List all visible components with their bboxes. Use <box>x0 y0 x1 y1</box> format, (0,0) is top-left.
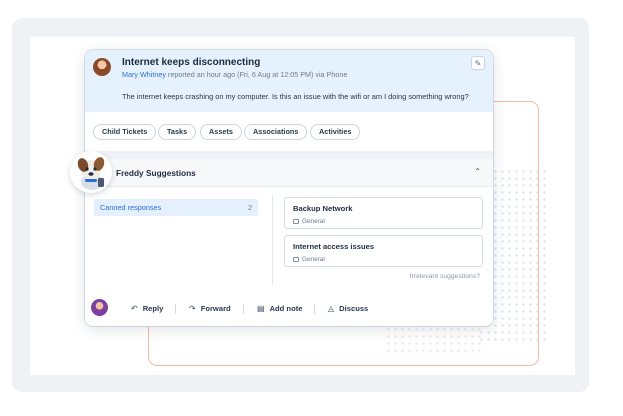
action-separator <box>175 304 176 314</box>
folder-icon <box>293 256 299 262</box>
discuss-label: Discuss <box>339 304 369 313</box>
ticket-card: Internet keeps disconnecting Mary Whitne… <box>85 50 493 326</box>
suggestion-title: Backup Network <box>293 204 353 213</box>
suggestion-card[interactable]: Backup Network General <box>284 197 483 229</box>
suggestion-folder: General <box>293 218 325 225</box>
pencil-icon: ✎ <box>474 58 482 68</box>
requester-name-link[interactable]: Mary Whitney <box>122 70 166 79</box>
ticket-meta: Mary Whitney reported an hour ago (Fri, … <box>122 70 347 79</box>
note-icon: ▤ <box>257 304 265 313</box>
tab-child-tickets[interactable]: Child Tickets <box>93 124 157 140</box>
tab-tasks[interactable]: Tasks <box>158 124 197 140</box>
agent-avatar <box>91 299 108 316</box>
suggestion-folder: General <box>293 256 325 263</box>
freddy-suggestions-header[interactable]: Freddy Suggestions ⌃ <box>85 159 493 187</box>
forward-icon: ↷ <box>189 304 196 313</box>
discuss-button[interactable]: ◬ Discuss <box>328 304 368 313</box>
add-note-button[interactable]: ▤ Add note <box>257 304 302 313</box>
folder-icon <box>293 218 299 224</box>
reply-action-bar: ↶ Reply ↷ Forward ▤ Add note ◬ Discuss <box>85 294 493 326</box>
edit-button[interactable]: ✎ <box>471 56 485 70</box>
requester-avatar <box>93 58 111 76</box>
tab-associations[interactable]: Associations <box>244 124 308 140</box>
action-separator <box>314 304 315 314</box>
suggestion-folder-label: General <box>302 218 325 225</box>
forward-button[interactable]: ↷ Forward <box>189 304 231 313</box>
ticket-header: Internet keeps disconnecting Mary Whitne… <box>85 50 493 112</box>
ticket-description: The internet keeps crashing on my comput… <box>122 92 469 101</box>
suggestion-card[interactable]: Internet access issues General <box>284 235 483 267</box>
canned-responses-count: 2 <box>247 203 252 212</box>
ticket-title: Internet keeps disconnecting <box>122 57 261 68</box>
chevron-up-icon[interactable]: ⌃ <box>474 167 481 176</box>
reply-label: Reply <box>142 304 164 313</box>
add-note-label: Add note <box>269 304 303 313</box>
discuss-icon: ◬ <box>328 304 335 313</box>
canned-responses-item[interactable]: Canned responses 2 <box>94 199 258 216</box>
action-separator <box>243 304 244 314</box>
tab-activities[interactable]: Activities <box>310 124 361 140</box>
suggestion-title: Internet access issues <box>293 242 375 251</box>
panel-divider <box>272 194 273 286</box>
irrelevant-suggestions-link[interactable]: Irrelevant suggestions? <box>410 273 480 280</box>
canned-responses-label: Canned responses <box>100 203 162 212</box>
suggestion-folder-label: General <box>302 256 325 263</box>
ticket-meta-text: reported an hour ago (Fri, 6 Aug at 12:0… <box>165 70 348 79</box>
section-divider <box>85 151 493 159</box>
freddy-mascot-icon <box>70 151 112 193</box>
reply-icon: ↶ <box>131 304 138 313</box>
forward-label: Forward <box>200 304 231 313</box>
dog-mascot-icon <box>70 151 112 193</box>
reply-button[interactable]: ↶ Reply <box>131 304 163 313</box>
freddy-suggestions-title: Freddy Suggestions <box>116 168 196 178</box>
association-tabs: Child Tickets Tasks Assets Associations … <box>85 112 493 151</box>
tab-assets[interactable]: Assets <box>200 124 242 140</box>
